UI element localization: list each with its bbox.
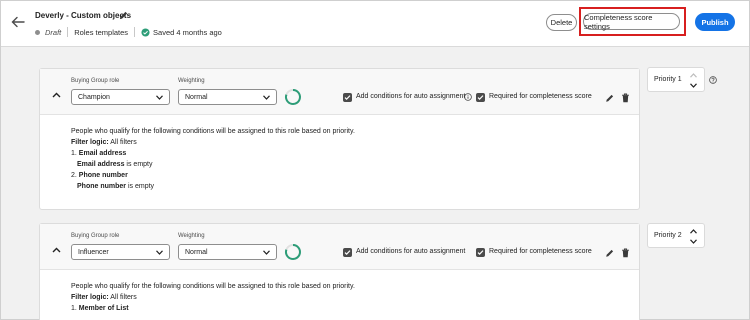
- condition-item: 1. Member of List: [71, 303, 639, 314]
- weighting-field-label: Weighting: [178, 233, 205, 239]
- priority-stepper[interactable]: Priority 1: [647, 67, 705, 92]
- page-header: Deverly - Custom objects Draft Roles tem…: [1, 1, 749, 47]
- role-select-value: Champion: [78, 93, 110, 101]
- filter-logic-value: All filters: [110, 294, 137, 301]
- chevron-down-icon: [156, 95, 163, 100]
- trash-icon[interactable]: [621, 248, 630, 258]
- filter-logic: Filter logic: All filters: [71, 137, 639, 148]
- status-dot-icon: [35, 29, 40, 35]
- edit-title-icon[interactable]: [118, 10, 129, 21]
- condition-field: Phone number: [78, 172, 128, 179]
- checkmark-icon: [477, 95, 484, 101]
- role-field-label: Buying Group role: [71, 233, 120, 239]
- loading-spinner-icon: [284, 244, 301, 260]
- role-select-value: Influencer: [78, 248, 109, 256]
- role-conditions: People who qualify for the following con…: [40, 115, 639, 192]
- condition-number: 2.: [71, 172, 77, 179]
- chevron-up-icon[interactable]: [690, 229, 697, 234]
- weighting-select[interactable]: Normal: [178, 244, 277, 260]
- condition-number: 1.: [71, 305, 77, 312]
- chevron-down-icon: [156, 250, 163, 255]
- required-score-checkbox[interactable]: [476, 248, 485, 257]
- info-icon[interactable]: [464, 93, 472, 101]
- condition-field: Member of List: [78, 305, 129, 312]
- condition-rule-field: Phone number: [77, 183, 127, 190]
- back-arrow-icon[interactable]: [10, 14, 26, 30]
- role-description: People who qualify for the following con…: [71, 128, 355, 135]
- required-score-label: Required for completeness score: [489, 93, 592, 100]
- auto-assignment-checkbox[interactable]: [343, 93, 352, 102]
- condition-field: Email address: [78, 150, 127, 157]
- chevron-down-icon: [263, 95, 270, 100]
- role-select[interactable]: Influencer: [71, 244, 170, 260]
- delete-button[interactable]: Delete: [546, 14, 577, 31]
- chevron-down-icon[interactable]: [690, 239, 697, 244]
- weighting-field-label: Weighting: [178, 78, 205, 84]
- divider: [67, 27, 69, 37]
- condition-rule: Phone number is empty: [71, 181, 639, 192]
- filter-logic: Filter logic: All filters: [71, 292, 639, 303]
- checkmark-icon: [477, 250, 484, 256]
- priority-stepper[interactable]: Priority 2: [647, 223, 705, 248]
- divider: [134, 27, 136, 37]
- chevron-down-icon: [263, 250, 270, 255]
- role-card-header: Buying Group role Champion Weighting Nor…: [40, 69, 639, 115]
- required-score-checkbox[interactable]: [476, 93, 485, 102]
- priority-label: Priority 1: [654, 76, 682, 83]
- condition-item: 2. Phone number: [71, 170, 639, 181]
- loading-spinner-icon: [284, 89, 301, 105]
- filter-logic-value: All filters: [110, 139, 137, 146]
- role-card-champion: Buying Group role Champion Weighting Nor…: [39, 68, 640, 210]
- weighting-select-value: Normal: [185, 93, 208, 101]
- condition-rule: Email address is empty: [71, 159, 639, 170]
- weighting-select[interactable]: Normal: [178, 89, 277, 105]
- check-circle-icon: [141, 27, 150, 37]
- page-title: Deverly - Custom objects: [35, 11, 132, 20]
- checkmark-icon: [344, 95, 351, 101]
- trash-icon[interactable]: [621, 93, 630, 103]
- checkmark-icon: [344, 250, 351, 256]
- role-conditions: People who qualify for the following con…: [40, 270, 639, 314]
- auto-assignment-checkbox[interactable]: [343, 248, 352, 257]
- help-icon[interactable]: [709, 76, 717, 84]
- condition-rule-op: is empty: [126, 161, 153, 168]
- required-score-label: Required for completeness score: [489, 248, 592, 255]
- status-badge: Draft: [45, 27, 62, 37]
- auto-assignment-label: Add conditions for auto assignment: [356, 248, 466, 255]
- filter-logic-label: Filter logic:: [71, 294, 109, 301]
- edit-icon[interactable]: [605, 93, 615, 103]
- auto-assignment-label: Add conditions for auto assignment: [356, 93, 466, 100]
- role-field-label: Buying Group role: [71, 78, 120, 84]
- filter-logic-label: Filter logic:: [71, 139, 109, 146]
- saved-timestamp: Saved 4 months ago: [153, 27, 222, 37]
- chevron-up-icon[interactable]: [52, 247, 61, 253]
- chevron-down-icon[interactable]: [690, 83, 697, 88]
- weighting-select-value: Normal: [185, 248, 208, 256]
- role-description: People who qualify for the following con…: [71, 283, 355, 290]
- role-select[interactable]: Champion: [71, 89, 170, 105]
- edit-icon[interactable]: [605, 248, 615, 258]
- chevron-up-icon[interactable]: [52, 92, 61, 98]
- status-bar: Draft Roles templates Saved 4 months ago: [35, 27, 222, 37]
- chevron-up-icon[interactable]: [690, 73, 697, 78]
- breadcrumb[interactable]: Roles templates: [74, 28, 128, 37]
- condition-item: 1. Email address: [71, 148, 639, 159]
- role-card-influencer: Buying Group role Influencer Weighting N…: [39, 223, 640, 320]
- condition-rule-op: is empty: [127, 183, 155, 190]
- publish-button[interactable]: Publish: [695, 13, 735, 31]
- condition-number: 1.: [71, 150, 77, 157]
- highlight-annotation: [579, 7, 686, 36]
- priority-label: Priority 2: [654, 232, 682, 239]
- role-card-header: Buying Group role Influencer Weighting N…: [40, 224, 639, 270]
- condition-rule-field: Email address: [77, 161, 125, 168]
